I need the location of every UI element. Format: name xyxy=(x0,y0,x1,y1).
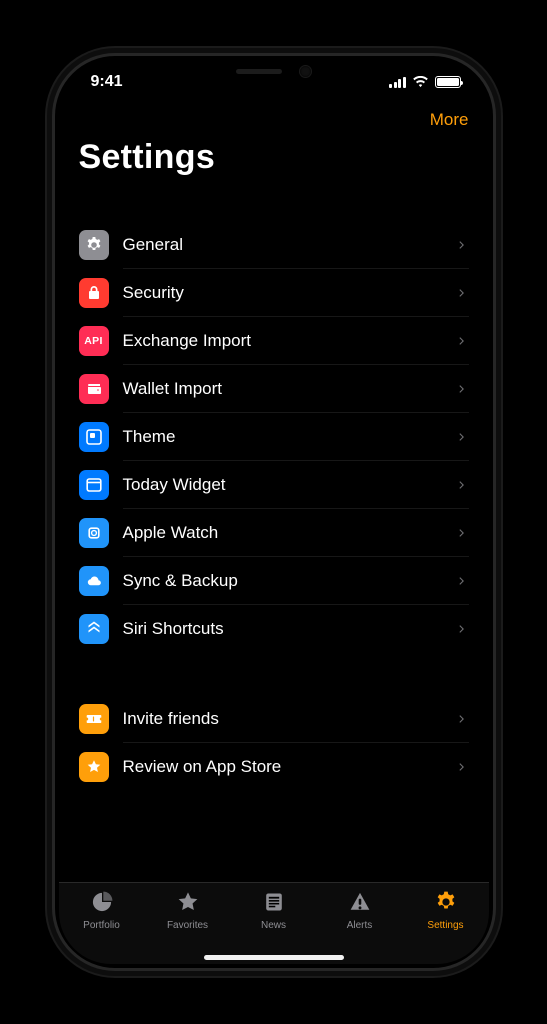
tab-alerts[interactable]: Alerts xyxy=(317,889,403,964)
cloud-icon xyxy=(79,566,109,596)
settings-row-review-appstore[interactable]: Review on App Store xyxy=(59,743,489,791)
lock-icon xyxy=(79,278,109,308)
settings-row-siri-shortcuts[interactable]: Siri Shortcuts xyxy=(59,605,489,653)
home-indicator[interactable] xyxy=(204,955,344,960)
pie-icon xyxy=(89,889,115,918)
widget-icon xyxy=(79,470,109,500)
tab-label: Alerts xyxy=(347,920,373,931)
settings-row-apple-watch[interactable]: Apple Watch xyxy=(59,509,489,557)
wifi-icon xyxy=(412,76,429,88)
tab-portfolio[interactable]: Portfolio xyxy=(59,889,145,964)
battery-icon xyxy=(435,76,461,88)
gear-icon xyxy=(79,230,109,260)
settings-row-sync-backup[interactable]: Sync & Backup xyxy=(59,557,489,605)
gear-icon xyxy=(433,889,459,918)
settings-row-invite-friends[interactable]: Invite friends xyxy=(59,695,489,743)
nav-header: More xyxy=(59,104,489,130)
section-separator xyxy=(59,653,489,695)
theme-icon xyxy=(79,422,109,452)
tab-label: Settings xyxy=(427,920,463,931)
settings-row-security[interactable]: Security xyxy=(59,269,489,317)
page-title: Settings xyxy=(59,130,489,193)
cellular-signal-icon xyxy=(389,77,406,88)
chevron-right-icon xyxy=(455,754,469,780)
settings-row-theme[interactable]: Theme xyxy=(59,413,489,461)
chevron-right-icon xyxy=(455,706,469,732)
row-label: Today Widget xyxy=(123,475,449,495)
chevron-right-icon xyxy=(455,328,469,354)
news-icon xyxy=(261,889,287,918)
star-icon xyxy=(79,752,109,782)
row-label: Theme xyxy=(123,427,449,447)
tab-favorites[interactable]: Favorites xyxy=(145,889,231,964)
row-label: Siri Shortcuts xyxy=(123,619,449,639)
settings-row-general[interactable]: General xyxy=(59,221,489,269)
chevron-right-icon xyxy=(455,472,469,498)
phone-mockup: 9:41 More Setting xyxy=(55,56,493,968)
screen: 9:41 More Setting xyxy=(59,60,489,964)
speaker-grille xyxy=(236,69,282,74)
front-camera xyxy=(300,66,311,77)
settings-row-exchange-import[interactable]: API Exchange Import xyxy=(59,317,489,365)
api-icon: API xyxy=(79,326,109,356)
row-label: Invite friends xyxy=(123,709,449,729)
row-label: Review on App Store xyxy=(123,757,449,777)
row-label: Exchange Import xyxy=(123,331,449,351)
status-time: 9:41 xyxy=(91,73,123,91)
more-button[interactable]: More xyxy=(430,110,469,130)
chevron-right-icon xyxy=(455,376,469,402)
tab-bar: Portfolio Favorites News Alerts Settings xyxy=(59,882,489,964)
tab-label: News xyxy=(261,920,286,931)
chevron-right-icon xyxy=(455,280,469,306)
settings-row-wallet-import[interactable]: Wallet Import xyxy=(59,365,489,413)
chevron-right-icon xyxy=(455,568,469,594)
row-label: Security xyxy=(123,283,449,303)
tab-label: Portfolio xyxy=(83,920,120,931)
settings-row-today-widget[interactable]: Today Widget xyxy=(59,461,489,509)
settings-list[interactable]: General Security API Exchange Import Wallet … xyxy=(59,193,489,882)
alert-icon xyxy=(347,889,373,918)
chevron-right-icon xyxy=(455,424,469,450)
shortcuts-icon xyxy=(79,614,109,644)
tab-news[interactable]: News xyxy=(231,889,317,964)
row-label: Wallet Import xyxy=(123,379,449,399)
notch xyxy=(174,56,374,86)
star-icon xyxy=(175,889,201,918)
chevron-right-icon xyxy=(455,232,469,258)
tab-label: Favorites xyxy=(167,920,208,931)
chevron-right-icon xyxy=(455,616,469,642)
wallet-icon xyxy=(79,374,109,404)
ticket-icon xyxy=(79,704,109,734)
row-label: Apple Watch xyxy=(123,523,449,543)
tab-settings[interactable]: Settings xyxy=(403,889,489,964)
row-label: Sync & Backup xyxy=(123,571,449,591)
watch-icon xyxy=(79,518,109,548)
row-label: General xyxy=(123,235,449,255)
chevron-right-icon xyxy=(455,520,469,546)
